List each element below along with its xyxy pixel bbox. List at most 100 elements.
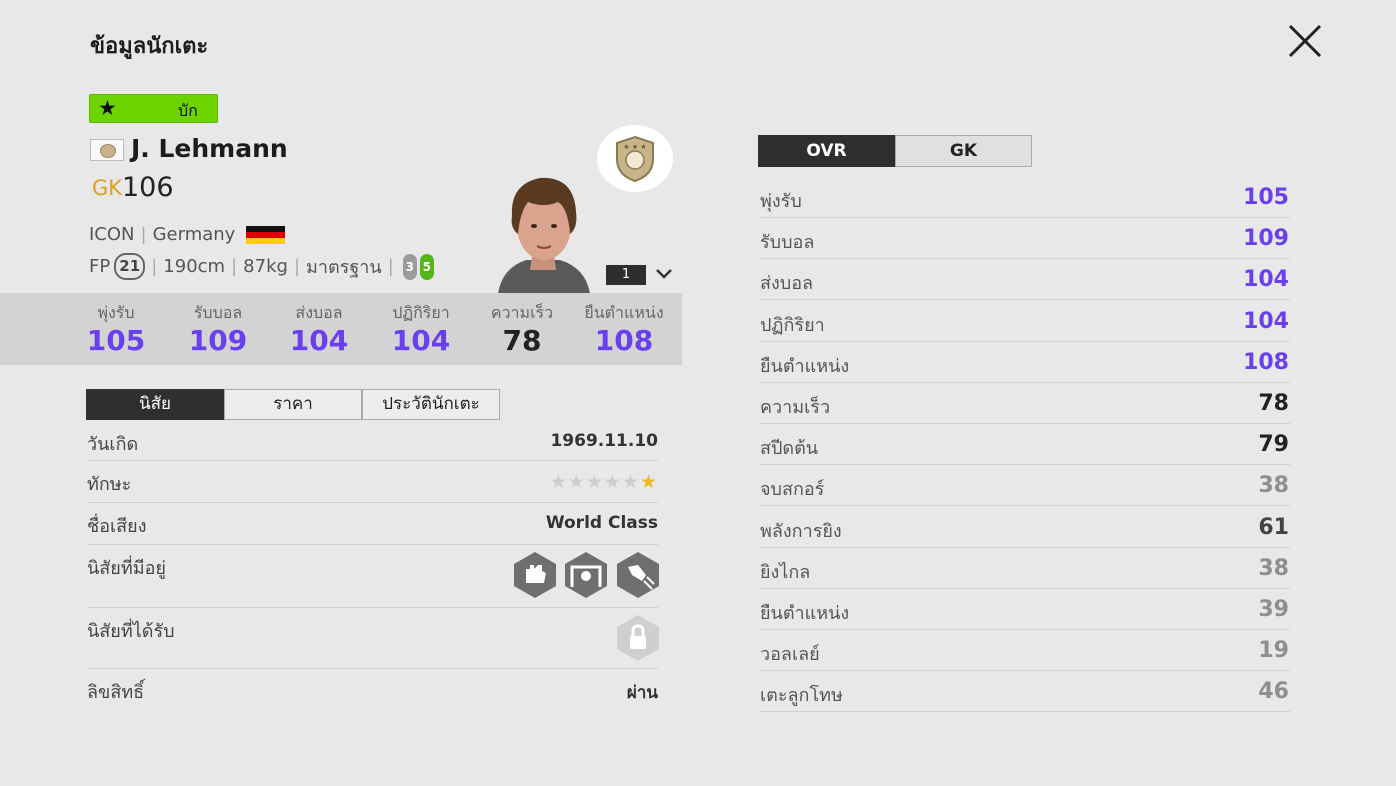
- summary-stats-bar: พุ่งรับ 105 รับบอล 109 ส่งบอล 104 ปฏิกิร…: [0, 293, 682, 365]
- player-ovr: 106: [122, 172, 174, 203]
- summary-stat: ปฏิกิริยา 104: [371, 293, 471, 357]
- germany-flag-icon: [246, 226, 285, 244]
- body-type-value: มาตรฐาน: [306, 257, 382, 278]
- detail-stat-row: วอลเลย์ 19: [759, 630, 1290, 672]
- info-row-skill: ทักษะ ★★★★★★: [87, 461, 658, 503]
- license-value: ผ่าน: [626, 683, 658, 703]
- nation-label: Germany: [152, 224, 236, 245]
- player-league-nation: ICON | Germany: [89, 224, 235, 245]
- star-icon: ★: [603, 471, 622, 493]
- detail-stat-value: 19: [1258, 638, 1289, 664]
- tab-history[interactable]: ประวัตินักเตะ: [362, 389, 500, 420]
- league-label: ICON: [89, 224, 135, 245]
- detail-stat-value: 39: [1258, 597, 1289, 622]
- detail-stat-value: 78: [1258, 391, 1289, 416]
- player-name: J. Lehmann: [131, 134, 288, 163]
- detail-stat-row: จบสกอร์ 38: [759, 465, 1290, 507]
- detail-stat-row: รับบอล 109: [759, 218, 1290, 260]
- detail-stat-row: เตะลูกโทษ 46: [759, 671, 1290, 713]
- info-label: นิสัยที่มีอยู่: [87, 558, 166, 579]
- info-label: วันเกิด: [87, 434, 139, 455]
- summary-stat-value: 109: [188, 324, 248, 357]
- detail-stat-value: 104: [1243, 308, 1289, 334]
- summary-stat: ส่งบอล 104: [269, 293, 369, 357]
- gk-hands-icon[interactable]: [511, 551, 559, 599]
- tab-ovr[interactable]: OVR: [758, 135, 895, 167]
- summary-stat-value: 104: [289, 324, 349, 357]
- fp-value: 21: [114, 253, 146, 280]
- gk-goal-icon[interactable]: [562, 551, 610, 599]
- tab-traits[interactable]: นิสัย: [86, 389, 224, 420]
- weight-value: 87kg: [243, 256, 288, 277]
- info-label: ลิขสิทธิ์: [87, 682, 145, 703]
- detail-stat-value: 46: [1258, 679, 1289, 705]
- star-icon: ★: [621, 471, 640, 493]
- detail-stat-label: ยิงไกล: [760, 561, 811, 583]
- player-position: GK: [92, 176, 123, 200]
- detail-stat-label: สปีดต้น: [760, 438, 819, 460]
- summary-stat-label: พุ่งรับ: [97, 303, 135, 322]
- detail-stat-value: 38: [1258, 555, 1289, 581]
- detail-stat-value: 108: [1243, 349, 1289, 375]
- detail-stat-label: จบสกอร์: [760, 479, 825, 501]
- player-physical-info: FP 21 | 190cm | 87kg | มาตรฐาน | 3 5: [89, 252, 434, 281]
- summary-stat-label: ความเร็ว: [490, 303, 554, 322]
- detail-stat-value: 105: [1243, 185, 1289, 210]
- info-row-birthday: วันเกิด 1969.11.10: [87, 421, 658, 461]
- summary-stat-value: 78: [502, 324, 542, 357]
- star-icon: ★: [639, 471, 658, 493]
- detail-stat-row: พุ่งรับ 105: [759, 177, 1290, 218]
- detail-stat-row: ยืนตำแหน่ง 39: [759, 589, 1290, 630]
- detail-stat-value: 61: [1258, 514, 1289, 540]
- info-row-traits-earned: นิสัยที่ได้รับ: [87, 608, 658, 669]
- birthday-value: 1969.11.10: [550, 431, 658, 451]
- detail-stat-row: ส่งบอล 104: [759, 259, 1290, 301]
- summary-stat-label: ปฏิกิริยา: [392, 303, 450, 322]
- star-icon: ★: [567, 471, 586, 493]
- info-label: นิสัยที่ได้รับ: [87, 621, 175, 642]
- detail-stat-value: 38: [1258, 473, 1289, 499]
- skill-stars: ★★★★★★: [550, 471, 658, 493]
- summary-stat-value: 105: [86, 324, 146, 357]
- svg-text:★ ★ ★: ★ ★ ★: [623, 143, 646, 151]
- detail-stat-label: ยืนตำแหน่ง: [760, 603, 850, 624]
- detail-stat-label: ส่งบอล: [760, 273, 814, 295]
- strong-foot-icon: 5: [419, 253, 434, 280]
- detail-stat-row: ยืนตำแหน่ง 108: [759, 342, 1290, 383]
- player-type-badge: ★ บัก: [89, 94, 218, 123]
- star-icon: ★: [98, 96, 117, 120]
- shield-icon: ★ ★ ★: [616, 135, 654, 183]
- detail-stat-label: พลังการยิง: [760, 520, 842, 542]
- detail-stat-label: ปฏิกิริยา: [760, 314, 825, 336]
- gk-punch-icon[interactable]: [614, 551, 662, 599]
- detail-stat-label: รับบอล: [760, 232, 815, 254]
- summary-stat-label: ยืนตำแหน่ง: [584, 303, 664, 322]
- star-icon: ★: [549, 471, 568, 493]
- detail-stat-value: 79: [1258, 432, 1289, 458]
- info-label: ชื่อเสียง: [87, 516, 147, 537]
- detail-stat-row: สปีดต้น 79: [759, 424, 1290, 466]
- summary-stat-label: ส่งบอล: [295, 303, 343, 322]
- tab-gk[interactable]: GK: [895, 135, 1032, 167]
- divider: |: [140, 224, 147, 245]
- detail-stat-row: พลังการยิง 61: [759, 507, 1290, 548]
- badge-label: บัก: [178, 101, 198, 120]
- info-tabs: นิสัย ราคา ประวัตินักเตะ: [86, 389, 500, 420]
- reputation-value: World Class: [545, 513, 658, 533]
- upgrade-level-box[interactable]: 1: [606, 265, 646, 285]
- fp-label: FP: [89, 256, 111, 277]
- page-title: ข้อมูลนักเตะ: [90, 34, 209, 59]
- info-label: ทักษะ: [87, 474, 132, 495]
- stat-tabs: OVR GK: [758, 135, 1032, 167]
- summary-stat: ความเร็ว 78: [472, 293, 572, 357]
- detail-stat-label: ยืนตำแหน่ง: [760, 355, 850, 377]
- info-row-reputation: ชื่อเสียง World Class: [87, 503, 658, 545]
- info-row-license: ลิขสิทธิ์ ผ่าน: [87, 669, 658, 711]
- chevron-down-icon[interactable]: [655, 266, 673, 280]
- close-icon[interactable]: [1286, 22, 1324, 60]
- icon-emblem-icon: [90, 139, 124, 161]
- summary-stat: ยืนตำแหน่ง 108: [574, 293, 674, 357]
- lock-icon: [617, 615, 659, 661]
- weak-foot-icon: 3: [402, 253, 417, 280]
- tab-price[interactable]: ราคา: [224, 389, 362, 420]
